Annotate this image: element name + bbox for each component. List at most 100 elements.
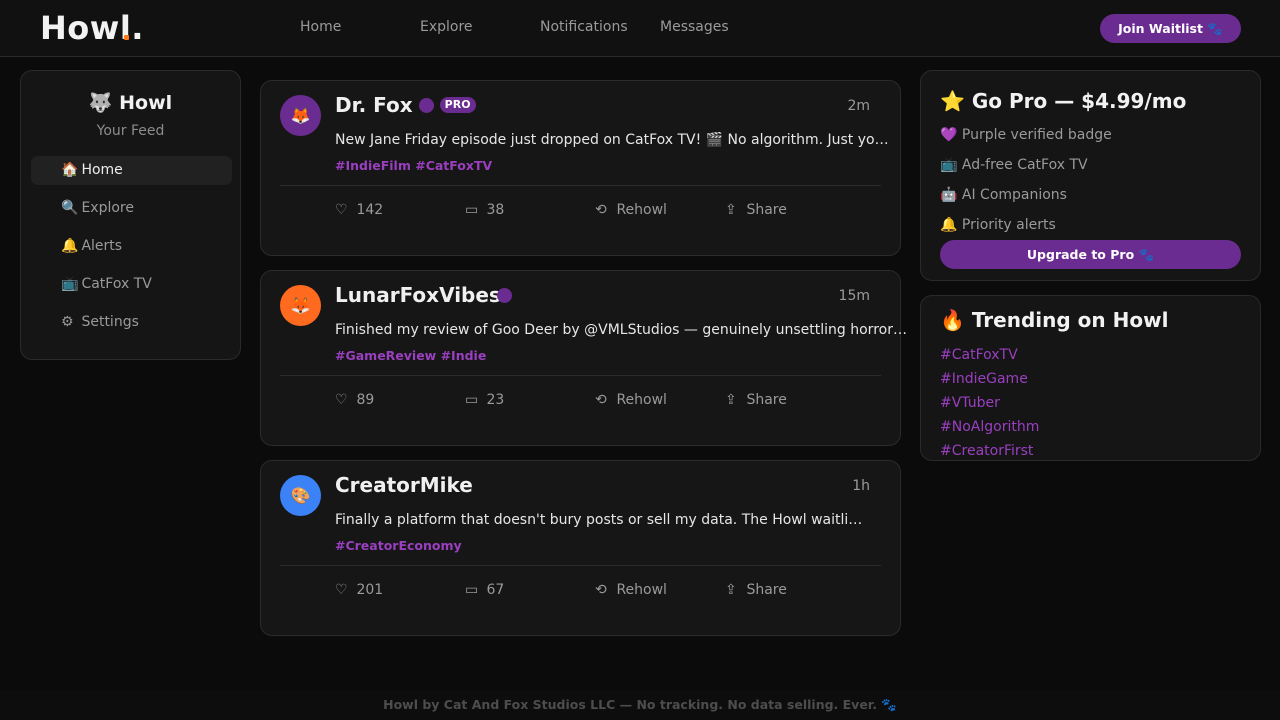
footer-text: Howl by Cat And Fox Studios LLC — No tra…: [383, 697, 897, 712]
sidebar-title: 🐺 Howl: [88, 92, 173, 114]
logo-period: .: [131, 9, 144, 47]
divider: [280, 185, 881, 186]
howl-logo[interactable]: Howl.: [40, 9, 144, 47]
top-navbar: Howl. Home Explore Notifications Message…: [0, 0, 1280, 57]
post-timestamp: 1h: [852, 478, 870, 494]
go-pro-panel: ⭐ Go Pro — $4.99/mo 💜 Purple verified ba…: [920, 70, 1261, 281]
left-sidebar: 🐺 Howl Your Feed 🏠 Home 🔍 Explore 🔔 Aler…: [20, 70, 241, 360]
sidebar-item-explore[interactable]: 🔍 Explore: [31, 194, 232, 223]
rehowl-label: Rehowl: [616, 202, 667, 218]
sidebar-item-label: Settings: [81, 314, 139, 330]
sidebar-subtitle: Your Feed: [96, 123, 165, 139]
post-timestamp: 15m: [838, 288, 870, 304]
comment-icon: ▭: [465, 392, 479, 408]
pro-perk: 💜 Purple verified badge: [940, 127, 1112, 143]
pro-perk: 📺 Ad-free CatFox TV: [940, 157, 1088, 173]
post-text: Finally a platform that doesn't bury pos…: [335, 512, 863, 528]
post-author[interactable]: CreatorMike: [335, 473, 473, 497]
home-icon: 🏠: [61, 162, 79, 178]
feed-post[interactable]: 🎨 CreatorMike 1h Finally a platform that…: [260, 460, 901, 636]
username: CreatorMike: [335, 473, 473, 497]
post-timestamp: 2m: [847, 98, 870, 114]
username: Dr. Fox: [335, 93, 413, 117]
like-count: 89: [356, 392, 375, 408]
heart-icon: ♡: [335, 202, 348, 218]
avatar[interactable]: 🦊: [280, 95, 321, 136]
nav-link-home[interactable]: Home: [300, 19, 341, 35]
sidebar-item-label: CatFox TV: [81, 276, 152, 292]
comment-button[interactable]: ▭ 38: [465, 202, 504, 218]
trending-title: 🔥 Trending on Howl: [940, 308, 1169, 332]
bell-icon: 🔔: [61, 238, 79, 254]
share-label: Share: [746, 582, 787, 598]
comment-count: 23: [486, 392, 505, 408]
trending-tag[interactable]: #NoAlgorithm: [940, 419, 1039, 435]
share-label: Share: [746, 202, 787, 218]
share-button[interactable]: ⇪ Share: [725, 392, 787, 408]
sidebar-item-catfox-tv[interactable]: 📺 CatFox TV: [31, 270, 232, 299]
avatar[interactable]: 🦊: [280, 285, 321, 326]
comment-button[interactable]: ▭ 67: [465, 582, 504, 598]
search-icon: 🔍: [61, 200, 79, 216]
sidebar-item-label: Home: [81, 162, 123, 178]
divider: [280, 565, 881, 566]
gear-icon: ⚙: [61, 314, 74, 330]
tv-icon: 📺: [61, 276, 79, 292]
post-text: Finished my review of Goo Deer by @VMLSt…: [335, 322, 907, 338]
heart-icon: ♡: [335, 582, 348, 598]
divider: [280, 375, 881, 376]
like-button[interactable]: ♡ 89: [335, 392, 374, 408]
comment-count: 67: [486, 582, 505, 598]
rehowl-label: Rehowl: [616, 582, 667, 598]
verified-badge-icon: [496, 287, 512, 303]
like-count: 142: [356, 202, 384, 218]
sidebar-item-settings[interactable]: ⚙ Settings: [31, 308, 232, 337]
share-label: Share: [746, 392, 787, 408]
username: LunarFoxVibes: [335, 283, 501, 307]
rehowl-button[interactable]: ⟲ Rehowl: [595, 582, 667, 598]
nav-link-messages[interactable]: Messages: [660, 19, 729, 35]
like-button[interactable]: ♡ 201: [335, 582, 383, 598]
post-hashtags[interactable]: #GameReview #Indie: [335, 348, 486, 363]
sidebar-item-label: Alerts: [81, 238, 123, 254]
comment-button[interactable]: ▭ 23: [465, 392, 504, 408]
trending-tag[interactable]: #CreatorFirst: [940, 443, 1033, 459]
go-pro-title: ⭐ Go Pro — $4.99/mo: [940, 89, 1187, 113]
nav-link-explore[interactable]: Explore: [420, 19, 473, 35]
nav-link-notifications[interactable]: Notifications: [540, 19, 628, 35]
share-icon: ⇪: [725, 582, 737, 598]
pro-badge: PRO: [439, 97, 476, 113]
share-icon: ⇪: [725, 392, 737, 408]
upgrade-to-pro-button[interactable]: Upgrade to Pro 🐾: [940, 240, 1241, 269]
post-author[interactable]: LunarFoxVibes: [335, 283, 512, 307]
trending-tag[interactable]: #IndieGame: [940, 371, 1028, 387]
sidebar-item-alerts[interactable]: 🔔 Alerts: [31, 232, 232, 261]
sidebar-item-label: Explore: [81, 200, 134, 216]
footer: Howl by Cat And Fox Studios LLC — No tra…: [0, 690, 1280, 720]
logo-text: Howl: [40, 9, 132, 47]
verified-badge-icon: [418, 97, 434, 113]
comment-icon: ▭: [465, 202, 479, 218]
trending-tag[interactable]: #CatFoxTV: [940, 347, 1018, 363]
post-author[interactable]: Dr. Fox PRO: [335, 93, 476, 117]
sidebar-item-home[interactable]: 🏠 Home: [31, 156, 232, 185]
post-hashtags[interactable]: #IndieFilm #CatFoxTV: [335, 158, 492, 173]
like-button[interactable]: ♡ 142: [335, 202, 383, 218]
comment-icon: ▭: [465, 582, 479, 598]
share-button[interactable]: ⇪ Share: [725, 202, 787, 218]
logo-orange-dot: [124, 35, 130, 40]
comment-count: 38: [486, 202, 505, 218]
join-waitlist-button[interactable]: Join Waitlist 🐾: [1100, 14, 1241, 43]
rehowl-button[interactable]: ⟲ Rehowl: [595, 392, 667, 408]
trending-tag[interactable]: #VTuber: [940, 395, 1000, 411]
feed-post[interactable]: 🦊 Dr. Fox PRO 2m New Jane Friday episode …: [260, 80, 901, 256]
post-hashtags[interactable]: #CreatorEconomy: [335, 538, 462, 553]
rehowl-button[interactable]: ⟲ Rehowl: [595, 202, 667, 218]
avatar[interactable]: 🎨: [280, 475, 321, 516]
feed-post[interactable]: 🦊 LunarFoxVibes 15m Finished my review o…: [260, 270, 907, 446]
share-icon: ⇪: [725, 202, 737, 218]
trending-panel: 🔥 Trending on Howl #CatFoxTV #IndieGame …: [920, 295, 1261, 461]
repost-icon: ⟲: [595, 582, 607, 598]
repost-icon: ⟲: [595, 392, 607, 408]
share-button[interactable]: ⇪ Share: [725, 582, 787, 598]
